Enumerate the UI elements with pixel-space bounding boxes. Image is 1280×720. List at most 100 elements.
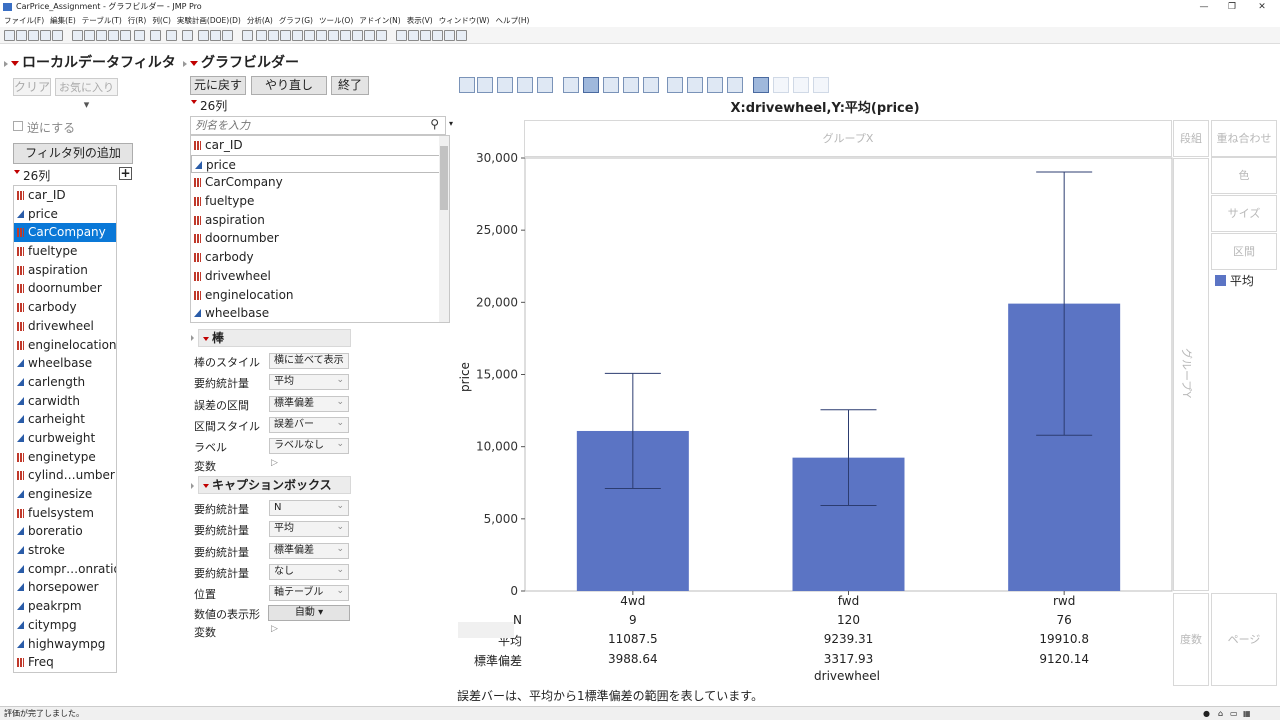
scrollbar-thumb[interactable]	[440, 146, 448, 210]
builder-column-list[interactable]: car_ID price CarCompany fueltype aspiration d…	[190, 135, 450, 323]
x-axis-title[interactable]: drivewheel	[790, 669, 904, 683]
filter-header[interactable]: ローカルデータフィルタ	[4, 52, 184, 71]
done-button[interactable]: 終了	[331, 76, 369, 95]
list-item[interactable]: fueltype	[191, 192, 449, 211]
freq-zone[interactable]: 度数	[1173, 593, 1209, 686]
graph-type-icon[interactable]	[477, 77, 493, 93]
minimize-button[interactable]: —	[1192, 0, 1216, 14]
search-options-dropdown-icon[interactable]: ▾	[449, 119, 453, 128]
toolbar-button[interactable]	[364, 30, 375, 41]
toolbar-button[interactable]	[316, 30, 327, 41]
list-item[interactable]: carlength	[14, 373, 116, 392]
list-item[interactable]: enginetype	[14, 448, 116, 467]
menu-item[interactable]: グラフ(G)	[279, 16, 313, 25]
toolbar-button[interactable]	[120, 30, 131, 41]
close-button[interactable]: ✕	[1250, 0, 1274, 14]
menu-item[interactable]: ツール(O)	[319, 16, 353, 25]
option-dropdown[interactable]: ラベルなし	[269, 437, 349, 455]
graph-type-icon[interactable]	[583, 77, 599, 93]
toolbar-button[interactable]	[150, 30, 161, 41]
option-dropdown[interactable]: 平均	[269, 520, 349, 538]
list-item[interactable]: car_ID	[14, 186, 116, 205]
toolbar-button[interactable]	[280, 30, 291, 41]
toolbar-button[interactable]	[456, 30, 467, 41]
graph-type-icon[interactable]	[603, 77, 619, 93]
toolbar-button[interactable]	[420, 30, 431, 41]
graph-type-icon[interactable]	[497, 77, 513, 93]
toolbar-button[interactable]	[352, 30, 363, 41]
menu-item[interactable]: ファイル(F)	[0, 16, 44, 25]
graph-type-icon[interactable]	[773, 77, 789, 93]
toolbar-button[interactable]	[340, 30, 351, 41]
list-item[interactable]: car_ID	[191, 136, 449, 155]
group-y-zone[interactable]: グループY	[1173, 158, 1209, 591]
list-item[interactable]: price	[191, 154, 449, 174]
caption-section-header[interactable]: キャプションボックス	[198, 476, 351, 494]
toolbar-button[interactable]	[376, 30, 387, 41]
toolbar-button[interactable]	[134, 30, 145, 41]
list-item[interactable]: enginesize	[14, 485, 116, 504]
option-dropdown[interactable]: 軸テーブル	[269, 584, 349, 602]
list-item[interactable]: wheelbase	[191, 304, 449, 322]
list-item[interactable]: CarCompany	[191, 173, 449, 192]
toolbar-button[interactable]	[40, 30, 51, 41]
toolbar-button[interactable]	[444, 30, 455, 41]
list-item[interactable]: fuelsystem	[14, 504, 116, 523]
list-item[interactable]: horsepower	[14, 578, 116, 597]
graph-type-icon[interactable]	[793, 77, 809, 93]
list-item[interactable]: citympg	[14, 616, 116, 635]
list-item[interactable]: peakrpm	[14, 597, 116, 616]
option-dropdown[interactable]: なし	[269, 563, 349, 580]
table-row-header-zone[interactable]	[458, 622, 514, 638]
add-icon[interactable]: +	[119, 167, 132, 180]
list-item[interactable]: Freq	[14, 653, 116, 672]
toolbar-button[interactable]	[396, 30, 407, 41]
toolbar-button[interactable]	[408, 30, 419, 41]
toolbar-button[interactable]	[108, 30, 119, 41]
toolbar-button[interactable]	[96, 30, 107, 41]
toolbar-button[interactable]	[72, 30, 83, 41]
toolbar-button[interactable]	[328, 30, 339, 41]
toolbar-button[interactable]	[210, 30, 221, 41]
option-dropdown[interactable]: 標準偏差	[269, 542, 349, 559]
undo-button[interactable]: 元に戻す	[190, 76, 246, 95]
wrap-zone[interactable]: 段組	[1173, 120, 1209, 157]
list-item[interactable]: doornumber	[191, 229, 449, 248]
graph-type-icon[interactable]	[459, 77, 475, 93]
list-item[interactable]: wheelbase	[14, 354, 116, 373]
option-dropdown[interactable]: N	[269, 499, 349, 516]
list-item[interactable]: highwaympg	[14, 635, 116, 654]
toolbar-button[interactable]	[16, 30, 27, 41]
toolbar-button[interactable]	[166, 30, 177, 41]
menu-item[interactable]: アドイン(N)	[359, 16, 400, 25]
maximize-button[interactable]: ❐	[1220, 0, 1244, 14]
toolbar-button[interactable]	[432, 30, 443, 41]
list-item[interactable]: carheight	[14, 410, 116, 429]
clear-button[interactable]: クリア	[13, 78, 51, 96]
toolbar-button[interactable]	[4, 30, 15, 41]
option-dropdown[interactable]: 平均	[269, 373, 349, 391]
favorites-dropdown[interactable]: お気に入り ▾	[55, 78, 118, 111]
page-zone[interactable]: ページ	[1211, 593, 1277, 686]
list-item[interactable]: enginelocation	[14, 336, 116, 355]
graph-type-icon[interactable]	[813, 77, 829, 93]
color-zone[interactable]: 色	[1211, 157, 1277, 194]
menu-item[interactable]: テーブル(T)	[82, 16, 122, 25]
option-dropdown[interactable]: 横に並べて表示	[269, 352, 349, 369]
toolbar-button[interactable]	[84, 30, 95, 41]
list-item[interactable]: fueltype	[14, 242, 116, 261]
bar-section-toggle[interactable]	[191, 330, 197, 344]
caption-variables-expand-icon[interactable]: ▷	[271, 624, 278, 634]
number-format-button[interactable]: 自動 ▾	[268, 605, 350, 621]
graph-type-icon[interactable]	[707, 77, 723, 93]
menu-item[interactable]: 表示(V)	[407, 16, 433, 25]
list-item[interactable]: enginelocation	[191, 286, 449, 305]
list-item[interactable]: CarCompany	[14, 223, 116, 243]
menu-item[interactable]: ウィンドウ(W)	[439, 16, 490, 25]
option-dropdown[interactable]: 誤差バー	[269, 416, 349, 433]
list-item[interactable]: carwidth	[14, 392, 116, 411]
size-zone[interactable]: サイズ	[1211, 195, 1277, 232]
graph-type-icon[interactable]	[643, 77, 659, 93]
list-item[interactable]: compr…onratio	[14, 560, 116, 579]
toolbar-button[interactable]	[28, 30, 39, 41]
